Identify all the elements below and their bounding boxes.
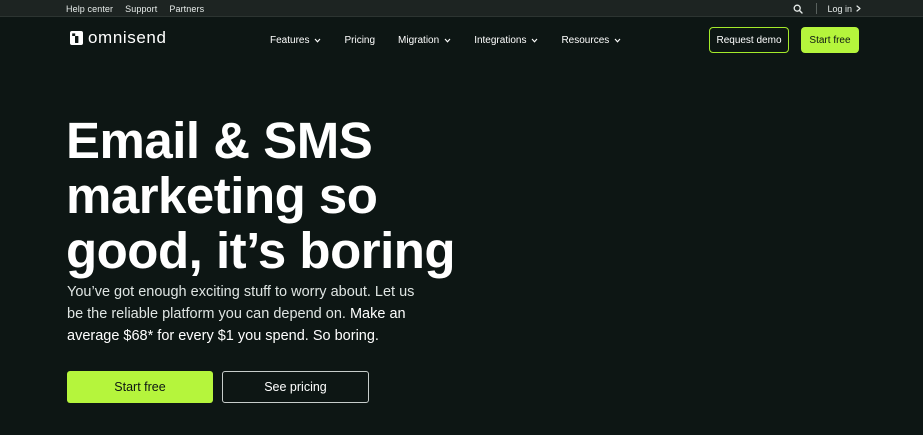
start-free-hero-button[interactable]: Start free (67, 371, 213, 403)
utility-right: Log in (792, 0, 861, 17)
chevron-down-icon (532, 38, 538, 43)
hero-title: Email & SMS marketing so good, it’s bori… (66, 113, 486, 278)
see-pricing-button[interactable]: See pricing (222, 371, 369, 403)
nav-item-pricing[interactable]: Pricing (344, 35, 375, 46)
nav-item-label: Integrations (474, 34, 527, 46)
hero-title-line: Email & SMS (66, 112, 373, 169)
nav-item-migration[interactable]: Migration (398, 35, 451, 46)
page: Help center Support Partners Log in omni… (0, 0, 923, 435)
nav-item-label: Migration (398, 34, 440, 46)
utility-bar: Help center Support Partners Log in (0, 0, 923, 17)
nav-item-integrations[interactable]: Integrations (474, 35, 538, 46)
hero-title-line: marketing so (66, 167, 378, 224)
nav-item-label: Features (270, 34, 310, 46)
partners-link[interactable]: Partners (169, 4, 204, 14)
chevron-down-icon (444, 38, 451, 43)
brand-logo[interactable]: omnisend (70, 29, 167, 46)
nav-menu: Features Pricing Migration Integrations … (270, 18, 644, 62)
hero-subtitle: You’ve got enough exciting stuff to worr… (67, 281, 417, 347)
login-label: Log in (827, 3, 852, 14)
omnisend-logo-icon (70, 30, 83, 45)
nav-item-features[interactable]: Features (270, 35, 321, 46)
brand-name: omnisend (88, 28, 167, 47)
utility-links: Help center Support Partners (66, 0, 204, 17)
start-free-nav-button[interactable]: Start free (801, 27, 859, 53)
nav-item-resources[interactable]: Resources (561, 35, 621, 46)
nav-item-label: Resources (561, 34, 610, 46)
hero-title-line: good, it’s boring (66, 222, 456, 279)
chevron-down-icon (315, 38, 321, 43)
utility-divider (816, 3, 818, 14)
help-center-link[interactable]: Help center (66, 4, 113, 14)
chevron-down-icon (614, 38, 621, 43)
search-icon[interactable] (792, 3, 804, 15)
request-demo-button[interactable]: Request demo (709, 27, 789, 53)
login-link[interactable]: Log in (827, 4, 861, 14)
main-nav: omnisend Features Pricing Migration Inte… (0, 18, 923, 62)
support-link[interactable]: Support (125, 4, 157, 14)
nav-item-label: Pricing (344, 34, 376, 46)
chevron-right-icon (856, 5, 861, 12)
